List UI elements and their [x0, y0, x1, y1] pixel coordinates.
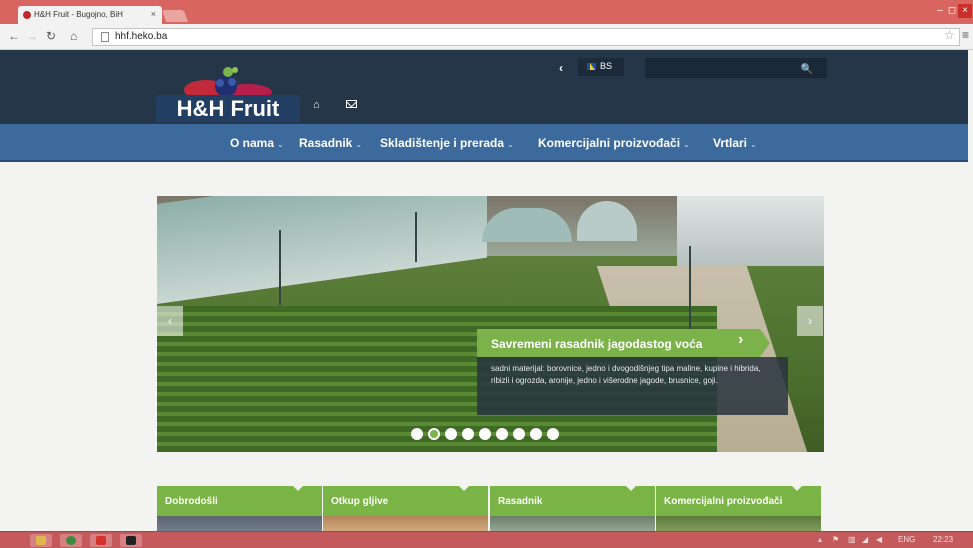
- nav-item-rasadnik[interactable]: Rasadnik ⌄: [299, 136, 362, 150]
- slider-next-button[interactable]: ›: [797, 306, 823, 336]
- back-arrow-icon[interactable]: ←: [8, 29, 20, 43]
- tile-notch: [458, 486, 470, 491]
- browser-tab[interactable]: H&H Fruit - Bugojno, BiH ×: [18, 6, 162, 24]
- slider-dot[interactable]: [496, 428, 508, 440]
- windows-taskbar: ▴ ⚑ ▥ ◢ ◀ ENG 22:23: [0, 531, 973, 548]
- greenhouse-image: [677, 196, 824, 266]
- search-input[interactable]: [645, 58, 787, 78]
- chrome-icon: [66, 536, 76, 545]
- home-icon[interactable]: ⌂: [70, 29, 77, 43]
- menu-icon[interactable]: ≡: [962, 28, 969, 42]
- nav-label: Skladištenje i prerada: [380, 136, 505, 150]
- slide-caption-title[interactable]: Savremeni rasadnik jagodastog voća: [477, 329, 760, 357]
- tab-title: H&H Fruit - Bugojno, BiH: [34, 10, 123, 19]
- flag-icon[interactable]: ⚑: [832, 535, 839, 544]
- forward-arrow-icon[interactable]: →: [26, 29, 38, 43]
- slider-dot[interactable]: [445, 428, 457, 440]
- tile-dobrodosli[interactable]: Dobrodošli: [157, 486, 322, 536]
- bookmark-star-icon[interactable]: ☆: [944, 28, 955, 42]
- slider-dot[interactable]: [428, 428, 440, 440]
- chevron-down-icon: ⌄: [277, 140, 284, 149]
- tab-close-icon[interactable]: ×: [151, 9, 156, 19]
- taskbar-explorer[interactable]: [30, 534, 52, 547]
- strawberry-favicon-icon: [23, 11, 31, 19]
- window-close-button[interactable]: ×: [958, 4, 972, 18]
- browser-titlebar: H&H Fruit - Bugojno, BiH × – ◻ ×: [0, 0, 973, 24]
- slide-caption-text: sadni materijal: borovnice, jedno i dvog…: [477, 357, 788, 415]
- clock[interactable]: 22:23: [933, 535, 953, 544]
- chevron-left-icon[interactable]: ‹: [559, 61, 563, 75]
- language-indicator[interactable]: ENG: [898, 535, 915, 544]
- tile-label: Rasadnik: [498, 496, 543, 507]
- volume-icon[interactable]: ◀: [876, 535, 882, 544]
- caption-arrow: [760, 329, 770, 357]
- tile-label: Dobrodošli: [165, 496, 218, 507]
- maximize-button[interactable]: ◻: [946, 4, 958, 18]
- folder-icon: [36, 536, 46, 545]
- lamp-pole: [415, 212, 417, 262]
- search-button[interactable]: 🔍: [787, 58, 827, 78]
- language-selector[interactable]: BS: [578, 58, 624, 76]
- slider-dot[interactable]: [547, 428, 559, 440]
- taskbar-app[interactable]: [120, 534, 142, 547]
- signal-icon[interactable]: ◢: [862, 535, 868, 544]
- tile-label: Otkup gljive: [331, 496, 389, 507]
- new-tab-button[interactable]: [161, 10, 189, 22]
- nav-item-vrtlari[interactable]: Vrtlari ⌄: [713, 136, 757, 150]
- page-icon: [101, 32, 109, 42]
- chevron-right-icon[interactable]: ›: [738, 331, 743, 349]
- bosnia-flag-icon: [587, 63, 596, 70]
- slider-dot[interactable]: [411, 428, 423, 440]
- site-logo[interactable]: H&H Fruit: [156, 95, 300, 122]
- slider-dot[interactable]: [513, 428, 525, 440]
- app-icon: [126, 536, 136, 545]
- tile-notch: [292, 486, 304, 491]
- slider-prev-button[interactable]: ‹: [157, 306, 183, 336]
- chevron-down-icon: ⌄: [750, 140, 757, 149]
- nav-label: Vrtlari: [713, 136, 748, 150]
- nav-item-komercijalni[interactable]: Komercijalni proizvođači ⌄: [538, 136, 690, 150]
- tile-rasadnik[interactable]: Rasadnik: [490, 486, 655, 536]
- tray-chevron-icon[interactable]: ▴: [818, 535, 822, 544]
- slider-dot[interactable]: [530, 428, 542, 440]
- chevron-down-icon: ⌄: [507, 140, 514, 149]
- url-text: hhf.heko.ba: [115, 31, 168, 42]
- nav-label: Rasadnik: [299, 136, 353, 150]
- language-label: BS: [600, 61, 613, 71]
- tile-komercijalni[interactable]: Komercijalni proizvođači: [656, 486, 821, 536]
- network-icon[interactable]: ▥: [848, 535, 856, 544]
- tile-label: Komercijalni proizvođači: [664, 496, 783, 507]
- main-navigation: O nama ⌄ Rasadnik ⌄ Skladištenje i prerada…: [0, 124, 968, 162]
- chevron-down-icon: ⌄: [683, 140, 690, 149]
- lamp-pole: [279, 230, 281, 305]
- taskbar-app[interactable]: [90, 534, 112, 547]
- app-icon: [96, 536, 106, 545]
- nav-item-skladistenje[interactable]: Skladištenje i prerada ⌄: [380, 136, 514, 150]
- slider-dot[interactable]: [462, 428, 474, 440]
- slider-dots: [411, 428, 571, 440]
- slider-dot[interactable]: [479, 428, 491, 440]
- home-icon[interactable]: ⌂: [313, 99, 320, 111]
- chevron-down-icon: ⌄: [355, 140, 363, 149]
- browser-toolbar: ← → ↻ ⌂ hhf.heko.ba ☆ ≡: [0, 24, 973, 50]
- nav-item-o-nama[interactable]: O nama ⌄: [230, 136, 284, 150]
- taskbar-chrome[interactable]: [60, 534, 82, 547]
- address-bar[interactable]: hhf.heko.ba: [92, 28, 960, 46]
- tile-notch: [791, 486, 803, 491]
- mail-icon[interactable]: [346, 100, 357, 108]
- nav-label: O nama: [230, 136, 275, 150]
- nav-label: Komercijalni proizvođači: [538, 136, 681, 150]
- search-icon: 🔍: [800, 64, 814, 75]
- reload-icon[interactable]: ↻: [46, 29, 56, 43]
- minimize-button[interactable]: –: [934, 4, 946, 18]
- tile-notch: [625, 486, 637, 491]
- tile-otkup-gljive[interactable]: Otkup gljive: [323, 486, 488, 536]
